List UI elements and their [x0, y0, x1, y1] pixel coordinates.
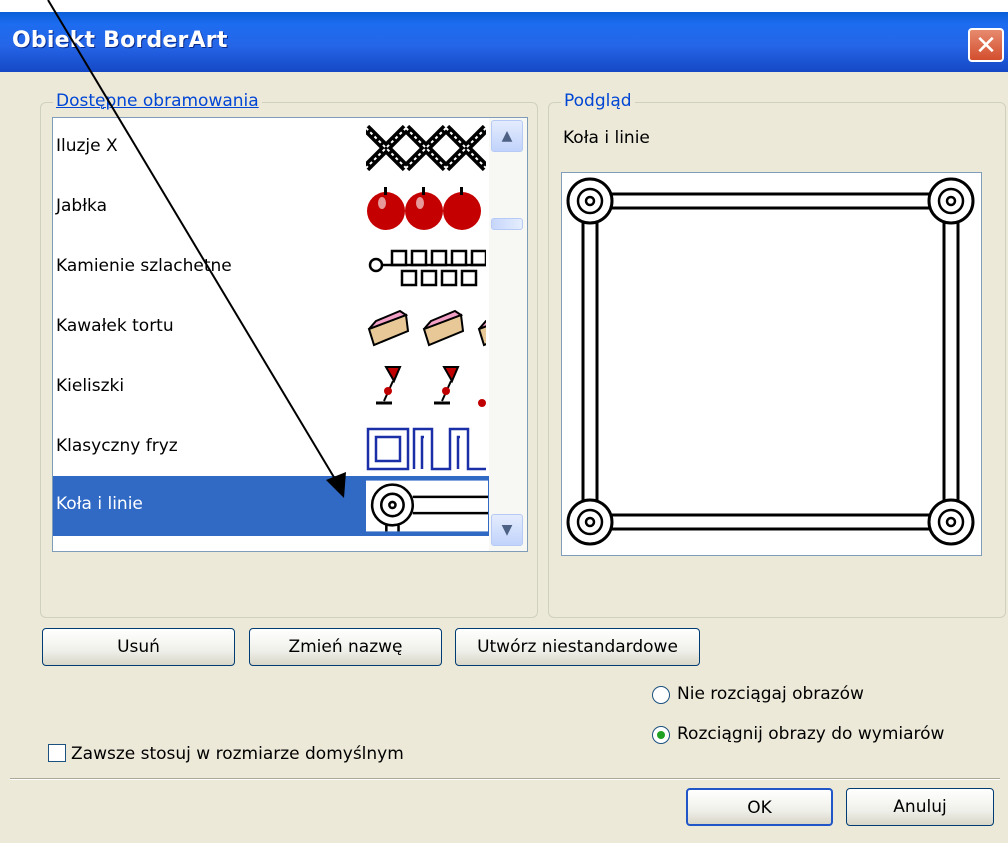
no-stretch-radio[interactable]	[652, 686, 670, 704]
window-title: Obiekt BorderArt	[12, 28, 228, 53]
circles-lines-thumbnail	[366, 480, 488, 532]
list-item-label: Iluzje X	[56, 136, 118, 156]
create-custom-button[interactable]: Utwórz niestandardowe	[455, 628, 700, 666]
list-scrollbar[interactable]: ▲ ▼	[489, 118, 527, 551]
list-item-label: Koła i linie	[56, 494, 143, 514]
available-borders-legend: Dostępne obramowania	[53, 91, 262, 111]
gems-thumbnail	[368, 249, 486, 287]
no-stretch-label[interactable]: Nie rozciągaj obrazów	[677, 684, 864, 704]
dialog-body: Dostępne obramowania Iluzje X Jabłka Kam…	[0, 72, 1008, 843]
list-item[interactable]: Kieliszki	[53, 358, 489, 418]
list-item-label: Kamienie szlachetne	[56, 256, 232, 276]
glasses-thumbnail	[376, 366, 486, 407]
cake-thumbnail	[367, 309, 486, 347]
list-item[interactable]: Jabłka	[53, 178, 489, 238]
list-item[interactable]: Klasyczny fryz	[53, 418, 489, 478]
scroll-up-button[interactable]: ▲	[491, 120, 523, 152]
list-item-label: Kawałek tortu	[56, 316, 174, 336]
rename-button[interactable]: Zmień nazwę	[249, 628, 442, 666]
scroll-thumb[interactable]	[491, 218, 523, 230]
borders-list[interactable]: Iluzje X Jabłka Kamienie szlachetne Kawa…	[52, 117, 528, 552]
default-size-checkbox[interactable]	[48, 744, 66, 762]
iluzje-x-thumbnail	[366, 123, 486, 173]
preview-border-name: Koła i linie	[563, 128, 650, 148]
frieze-thumbnail	[366, 427, 486, 471]
list-item-selected[interactable]: Koła i linie	[53, 476, 489, 536]
title-bar: Obiekt BorderArt ✕	[0, 12, 1008, 72]
list-item-label: Klasyczny fryz	[56, 436, 178, 456]
cancel-button[interactable]: Anuluj	[846, 788, 994, 826]
list-item[interactable]: Kamienie szlachetne	[53, 238, 489, 298]
scroll-down-button[interactable]: ▼	[491, 514, 523, 546]
delete-button[interactable]: Usuń	[42, 628, 235, 666]
border-preview-image	[566, 177, 975, 546]
separator	[10, 778, 1000, 780]
apples-thumbnail	[367, 187, 481, 230]
list-item-label: Kieliszki	[56, 376, 125, 396]
list-item[interactable]: Iluzje X	[53, 118, 489, 178]
close-button[interactable]: ✕	[968, 28, 1004, 62]
list-item[interactable]: Kawałek tortu	[53, 298, 489, 358]
list-item-label: Jabłka	[56, 196, 108, 216]
stretch-radio[interactable]	[652, 726, 670, 744]
stretch-label[interactable]: Rozciągnij obrazy do wymiarów	[677, 724, 944, 744]
radio-selected-dot	[657, 731, 665, 739]
ok-button[interactable]: OK	[686, 788, 833, 826]
preview-legend: Podgląd	[561, 91, 635, 111]
default-size-label[interactable]: Zawsze stosuj w rozmiarze domyślnym	[71, 744, 404, 764]
preview-area	[561, 172, 982, 556]
